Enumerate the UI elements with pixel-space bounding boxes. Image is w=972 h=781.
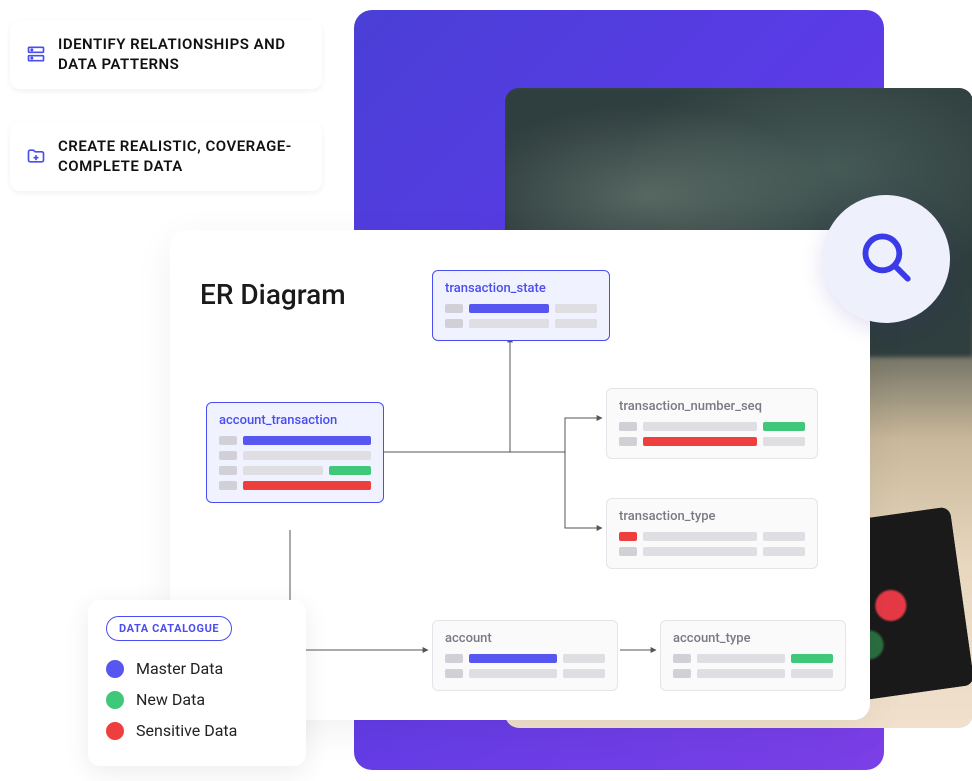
entity-account-transaction: account_transaction [206,402,384,503]
legend-item-sensitive: Sensitive Data [106,715,288,746]
callout-identify-relationships: IDENTIFY RELATIONSHIPS AND DATA PATTERNS [10,20,322,89]
search-icon [857,228,915,290]
entity-name: transaction_state [445,281,597,296]
legend-title-pill: DATA CATALOGUE [106,616,232,641]
entity-transaction-type: transaction_type [606,498,818,569]
entity-account: account [432,620,618,691]
entity-account-type: account_type [660,620,846,691]
legend-item-master: Master Data [106,653,288,684]
dot-master-icon [106,660,124,678]
er-diagram-title: ER Diagram [200,278,346,311]
dot-sensitive-icon [106,722,124,740]
entity-name: account_transaction [219,413,371,428]
legend-label: Master Data [136,659,223,678]
add-folder-icon [26,146,46,166]
server-icon [26,44,46,64]
callout-text: IDENTIFY RELATIONSHIPS AND DATA PATTERNS [58,34,300,75]
legend-label: Sensitive Data [136,721,237,740]
data-catalogue-legend: DATA CATALOGUE Master Data New Data Sens… [88,600,306,766]
entity-name: account [445,631,605,646]
entity-name: account_type [673,631,833,646]
entity-name: transaction_type [619,509,805,524]
callout-create-data: CREATE REALISTIC, COVERAGE-COMPLETE DATA [10,122,322,191]
callout-text: CREATE REALISTIC, COVERAGE-COMPLETE DATA [58,136,300,177]
entity-transaction-number-seq: transaction_number_seq [606,388,818,459]
dot-new-icon [106,691,124,709]
entity-name: transaction_number_seq [619,399,805,414]
legend-label: New Data [136,690,205,709]
legend-item-new: New Data [106,684,288,715]
search-badge [822,195,950,323]
entity-transaction-state: transaction_state [432,270,610,341]
